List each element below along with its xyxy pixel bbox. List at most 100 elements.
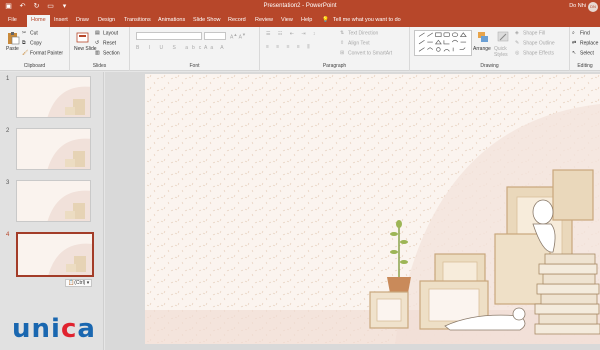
slide-thumbnail[interactable] xyxy=(16,180,91,222)
title-bar: ▣ ↶ ↻ ▭ ▾ Presentation2 - PowerPoint Do … xyxy=(0,0,600,14)
tell-me-box[interactable]: 💡 Tell me what you want to do xyxy=(322,17,401,23)
font-style-buttons[interactable]: B I U S abc xyxy=(136,45,205,51)
slide-editor-area[interactable] xyxy=(105,72,600,350)
slide-number: 3 xyxy=(6,180,10,186)
reset-label: Reset xyxy=(103,40,117,47)
shape-effects-label: Shape Effects xyxy=(523,50,555,57)
shape-fill-label: Shape Fill xyxy=(523,30,546,37)
new-slide-icon[interactable] xyxy=(76,31,90,45)
list-buttons[interactable]: ☰ ☷ ⇤ ⇥ ↕ xyxy=(266,31,318,37)
current-slide[interactable] xyxy=(145,74,600,344)
slide-number: 4 xyxy=(6,232,10,238)
quick-styles-icon[interactable] xyxy=(496,30,510,44)
layout-label: Layout xyxy=(103,30,119,37)
tab-slide-show[interactable]: Slide Show xyxy=(193,17,221,23)
section-icon: ▥ xyxy=(95,50,100,56)
format-painter-label: Format Painter xyxy=(30,50,64,57)
slide-thumbnail-selected[interactable] xyxy=(16,232,94,277)
smartart-icon: ⊞ xyxy=(340,50,345,56)
align-buttons[interactable]: ≡ ≡ ≡ ≡ ⫼ xyxy=(266,44,313,50)
thumbnail-illustration xyxy=(47,138,90,169)
slide-number: 2 xyxy=(6,128,10,134)
font-grow-icon[interactable]: A▲ A▼ xyxy=(230,32,246,41)
align-text-button[interactable]: ⇳ Align Text xyxy=(340,40,370,46)
paste-options-label: (Ctrl) xyxy=(74,280,86,286)
find-label: Find xyxy=(580,30,590,37)
clipboard-label: Clipboard xyxy=(23,63,46,69)
align-text-icon: ⇳ xyxy=(340,40,345,46)
format-painter-button[interactable]: 🖌 Format Painter xyxy=(22,50,63,56)
section-button[interactable]: ▥ Section xyxy=(95,50,120,56)
reset-button[interactable]: ↺ Reset xyxy=(95,40,116,46)
logo-letter: i xyxy=(51,314,61,344)
tab-draw[interactable]: Draw xyxy=(76,17,89,23)
cut-button[interactable]: ✂ Cut xyxy=(22,30,38,36)
paste-icon[interactable] xyxy=(6,31,20,45)
font-name-combo[interactable] xyxy=(136,32,202,40)
paragraph-group: ☰ ☷ ⇤ ⇥ ↕ ≡ ≡ ≡ ≡ ⫼ ⇅ Text Direction ⇳ Ali… xyxy=(260,27,410,71)
section-label: Section xyxy=(103,50,120,57)
scissors-icon: ✂ xyxy=(22,30,27,36)
thumbnail-illustration xyxy=(47,190,90,221)
brand-logo: unica xyxy=(12,314,96,344)
logo-letter: c xyxy=(60,314,78,344)
cut-label: Cut xyxy=(30,30,38,37)
tab-view[interactable]: View xyxy=(281,17,293,23)
slide-background-illustration xyxy=(145,74,600,344)
slide-thumbnail[interactable] xyxy=(16,76,91,118)
layout-button[interactable]: ▤ Layout xyxy=(95,30,118,36)
ribbon-tabs: File Home Insert Draw Design Transitions… xyxy=(0,14,600,27)
tab-help[interactable]: Help xyxy=(301,17,312,23)
find-button[interactable]: ⌕ Find xyxy=(572,30,590,36)
align-text-label: Align Text xyxy=(348,40,370,47)
paste-options-button[interactable]: 📋(Ctrl) ▾ xyxy=(65,279,93,287)
tell-me-text[interactable]: Tell me what you want to do xyxy=(333,17,401,23)
select-label: Select xyxy=(580,50,594,57)
logo-letter: n xyxy=(31,314,52,344)
slide-thumbnail[interactable] xyxy=(16,128,91,170)
select-button[interactable]: ↖ Select xyxy=(572,50,594,56)
thumbnail-illustration xyxy=(48,243,92,275)
quick-styles-button[interactable]: Quick Styles xyxy=(494,46,512,58)
reset-icon: ↺ xyxy=(95,40,100,46)
replace-button[interactable]: ⇄ Replace xyxy=(572,40,598,46)
slide-thumbnail-pane[interactable]: 1 2 3 4 📋(Ctrl) ▾ xyxy=(0,72,104,350)
shape-outline-button[interactable]: ✎ Shape Outline xyxy=(515,40,555,46)
avatar[interactable]: DN xyxy=(588,2,598,12)
pen-icon: ✎ xyxy=(515,40,520,46)
layout-icon: ▤ xyxy=(95,30,100,36)
convert-smartart-button[interactable]: ⊞ Convert to SmartArt xyxy=(340,50,392,56)
tab-insert[interactable]: Insert xyxy=(54,17,68,23)
arrange-icon[interactable] xyxy=(476,30,490,44)
cursor-icon: ↖ xyxy=(572,50,577,56)
lightbulb-icon: 💡 xyxy=(322,17,329,23)
slide-number: 1 xyxy=(6,76,10,82)
replace-label: Replace xyxy=(580,40,599,47)
tab-animations[interactable]: Animations xyxy=(158,17,185,23)
tab-review[interactable]: Review xyxy=(255,17,273,23)
replace-icon: ⇄ xyxy=(572,40,577,46)
tab-record[interactable]: Record xyxy=(228,17,246,23)
effects-icon: ◎ xyxy=(515,50,520,56)
shape-effects-button[interactable]: ◎ Shape Effects xyxy=(515,50,554,56)
text-direction-label: Text Direction xyxy=(348,30,379,37)
tab-home[interactable]: Home xyxy=(27,15,50,27)
arrange-button[interactable]: Arrange xyxy=(473,46,491,52)
logo-letter: a xyxy=(77,314,96,344)
tab-transitions[interactable]: Transitions xyxy=(124,17,151,23)
new-slide-button[interactable]: New Slide xyxy=(74,46,97,52)
font-color-buttons[interactable]: Aa A xyxy=(204,45,227,51)
font-size-combo[interactable] xyxy=(204,32,226,40)
tab-design[interactable]: Design xyxy=(98,17,115,23)
user-name[interactable]: Do Nhi xyxy=(569,3,586,9)
slides-group: New Slide ▤ Layout ↺ Reset ▥ Section Slides xyxy=(70,27,130,71)
ribbon: Paste ✂ Cut ⧉ Copy 🖌 Format Painter Clipboa… xyxy=(0,27,600,71)
text-direction-button[interactable]: ⇅ Text Direction xyxy=(340,30,378,36)
copy-icon: ⧉ xyxy=(22,40,26,46)
shape-fill-button[interactable]: ◈ Shape Fill xyxy=(515,30,545,36)
font-group: A▲ A▼ B I U S abc Aa A Font xyxy=(130,27,260,71)
shapes-gallery[interactable] xyxy=(414,30,472,56)
tab-file[interactable]: File xyxy=(8,17,17,23)
paste-button[interactable]: Paste xyxy=(6,46,19,52)
copy-button[interactable]: ⧉ Copy xyxy=(22,40,42,46)
